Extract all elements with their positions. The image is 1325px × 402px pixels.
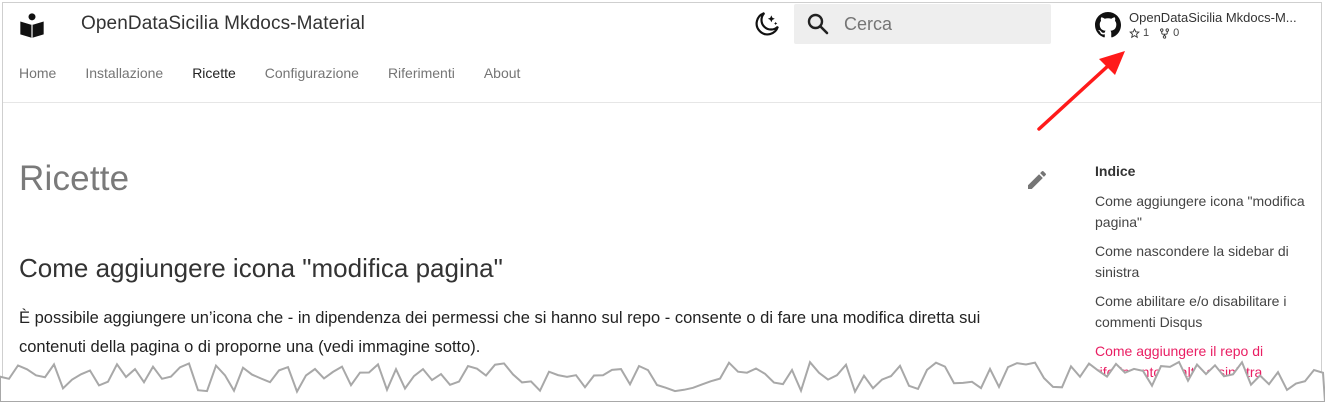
toc-item-modifica-pagina[interactable]: Come aggiungere icona "modifica pagina" bbox=[1095, 191, 1321, 233]
search-icon[interactable] bbox=[806, 12, 830, 36]
tab-configurazione[interactable]: Configurazione bbox=[265, 65, 359, 81]
toc-item-commenti-disqus[interactable]: Come abilitare e/o disabilitare i commen… bbox=[1095, 291, 1321, 333]
toc-item-nascondere-sidebar[interactable]: Come nascondere la sidebar di sinistra bbox=[1095, 241, 1321, 283]
red-arrow bbox=[1037, 51, 1125, 131]
repo-forks: 0 bbox=[1159, 27, 1179, 39]
toc-title: Indice bbox=[1095, 163, 1136, 179]
tab-about[interactable]: About bbox=[484, 65, 521, 81]
search-box[interactable] bbox=[794, 4, 1051, 44]
site-title[interactable]: OpenDataSicilia Mkdocs-Material bbox=[81, 13, 365, 35]
header: OpenDataSicilia Mkdocs-Material OpenData… bbox=[3, 3, 1321, 47]
body-paragraph: È possibile aggiungere un’icona che - in… bbox=[19, 309, 981, 356]
repo-forks-count: 0 bbox=[1173, 27, 1180, 39]
repo-link[interactable]: OpenDataSicilia Mkdocs-M... 1 0 bbox=[1095, 9, 1321, 45]
section-heading: Come aggiungere icona "modifica pagina" bbox=[19, 253, 503, 283]
tab-riferimenti[interactable]: Riferimenti bbox=[388, 65, 455, 81]
repo-facts: 1 0 bbox=[1129, 27, 1179, 39]
torn-edge bbox=[0, 360, 1325, 402]
moon-icon[interactable] bbox=[754, 11, 780, 37]
pencil-icon[interactable] bbox=[1025, 168, 1049, 192]
page-title: Ricette bbox=[19, 159, 130, 198]
tabs-nav: Home Installazione Ricette Configurazion… bbox=[19, 65, 549, 81]
repo-stars-count: 1 bbox=[1143, 27, 1150, 39]
github-icon bbox=[1095, 12, 1121, 38]
repo-name: OpenDataSicilia Mkdocs-M... bbox=[1129, 10, 1297, 25]
tab-home[interactable]: Home bbox=[19, 65, 56, 81]
book-reader-icon[interactable] bbox=[18, 11, 46, 39]
tabs-divider bbox=[3, 102, 1321, 103]
star-icon bbox=[1129, 27, 1140, 38]
tab-installazione[interactable]: Installazione bbox=[85, 65, 163, 81]
repo-stars: 1 bbox=[1129, 27, 1149, 39]
fork-icon bbox=[1160, 27, 1170, 39]
tab-ricette[interactable]: Ricette bbox=[192, 65, 236, 81]
browser-frame: OpenDataSicilia Mkdocs-Material OpenData… bbox=[2, 2, 1322, 400]
search-input[interactable] bbox=[842, 12, 1036, 36]
